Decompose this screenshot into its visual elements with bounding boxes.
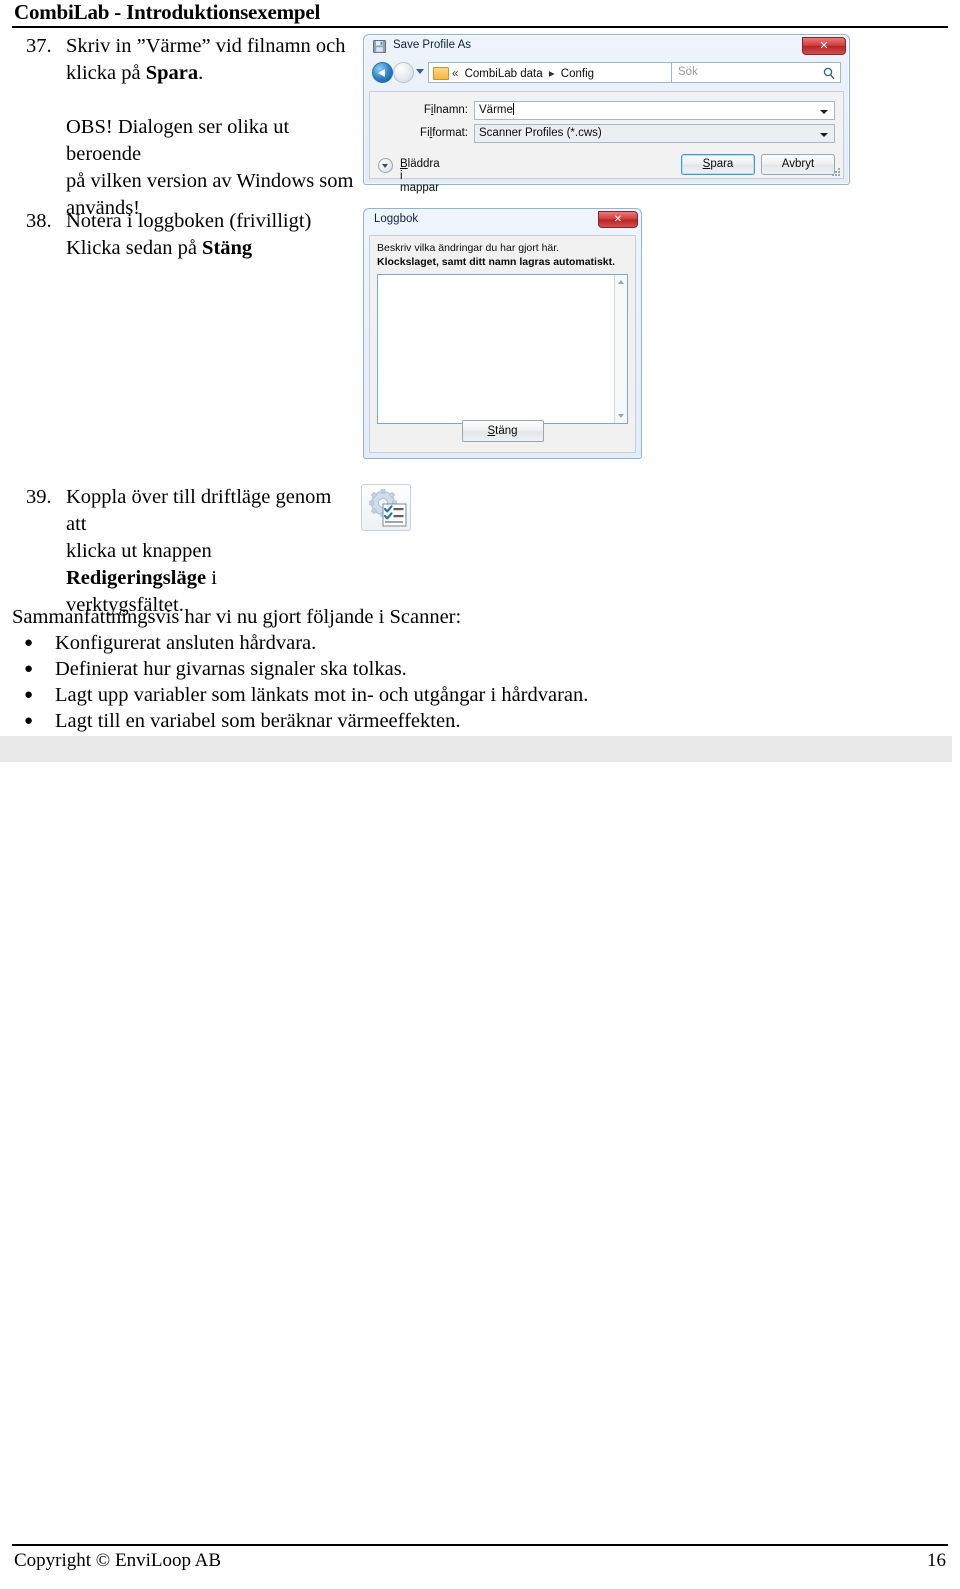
loggbok-textarea[interactable]	[377, 274, 628, 424]
chevron-down-circle-icon[interactable]	[378, 158, 393, 173]
scrollbar-vertical[interactable]	[614, 275, 627, 423]
filename-label: Filnamn:	[423, 104, 468, 116]
list-item-label: Konfigurerat ansluten hårdvara.	[55, 632, 317, 654]
footer-divider	[12, 1544, 948, 1546]
step-38-line-1: Notera i loggboken (frivilligt)	[66, 210, 312, 232]
footer-copyright: Copyright © EnviLoop AB	[14, 1550, 222, 1571]
save-dialog-titlebar[interactable]: Save Profile As ✕	[364, 35, 849, 59]
save-dialog-title: Save Profile As	[393, 39, 471, 51]
loggbok-hint-line-2: Klockslaget, samt ditt namn lagras autom…	[377, 256, 616, 268]
filetype-label: Filformat:	[420, 127, 468, 139]
filetype-select[interactable]: Scanner Profiles (*.cws)	[474, 124, 835, 143]
step-37-note-line-2: på vilken version av Windows som	[66, 170, 354, 192]
page-separator-band	[0, 736, 952, 762]
step-38-line-2-text: Klicka sedan på	[66, 237, 203, 259]
page-footer: Copyright © EnviLoop AB 16	[12, 1548, 948, 1578]
text-caret	[512, 103, 514, 115]
list-item-label: Lagt till en variabel som beräknar värme…	[55, 710, 461, 732]
bullet-icon: ●	[24, 713, 34, 729]
step-39-number: 39.	[26, 486, 52, 508]
search-icon	[823, 67, 835, 80]
step-37-body: Skriv in ”Värme” vid filnamn och klicka …	[66, 33, 356, 222]
step-38: 38. Notera i loggboken (frivilligt) Klic…	[26, 208, 356, 262]
cancel-button[interactable]: Avbryt	[761, 154, 835, 175]
chevron-down-icon[interactable]	[416, 69, 424, 74]
save-profile-as-dialog[interactable]: Save Profile As ✕ « CombiLab data ▸ Conf…	[363, 34, 850, 194]
bullet-icon: ●	[24, 687, 34, 703]
bullet-icon: ●	[24, 661, 34, 677]
step-38-stang-bold: Stäng	[202, 237, 253, 259]
breadcrumb-overflow[interactable]: «	[452, 68, 458, 80]
save-dialog-navbar[interactable]: « CombiLab data ▸ Config ↷ Sök	[368, 59, 845, 86]
step-38-body: Notera i loggboken (frivilligt) Klicka s…	[66, 208, 356, 262]
step-37-line-2-end: .	[198, 62, 204, 84]
step-38-line-2: Klicka sedan på Stäng	[66, 235, 356, 262]
close-icon[interactable]: ✕	[598, 211, 638, 228]
breadcrumb-item-combilab-data[interactable]: CombiLab data	[465, 68, 543, 80]
list-item: ● Lagt upp variabler som länkats mot in- …	[12, 682, 652, 708]
save-dialog-panel: Filnamn: Värme Filformat: Scanner Profil…	[369, 91, 844, 194]
checklist-icon	[382, 503, 407, 527]
save-button[interactable]: Spara	[681, 154, 755, 175]
scroll-down-icon[interactable]	[618, 414, 624, 418]
list-item: ● Definierat hur givarnas signaler ska to…	[12, 656, 652, 682]
page-title: CombiLab - Introduktionsexempel	[14, 0, 321, 24]
step-39-line-2-end: i	[206, 567, 217, 589]
folder-icon	[433, 67, 449, 80]
step-37: 37. Skriv in ”Värme” vid filnamn och kli…	[26, 33, 356, 222]
step-39: 39. Koppla över till driftläge genom att…	[26, 484, 356, 619]
page-header: CombiLab - Introduktionsexempel	[12, 0, 948, 30]
step-39-line-2-text: klicka ut knappen	[66, 540, 212, 562]
step-37-spara-bold: Spara	[145, 62, 199, 84]
close-button[interactable]: Stäng	[461, 420, 544, 442]
breadcrumb-item-config[interactable]: Config	[561, 68, 594, 80]
filename-row: Filnamn: Värme	[370, 101, 835, 120]
footer-page-number: 16	[927, 1550, 946, 1571]
step-37-line-2-text: klicka på	[66, 62, 146, 84]
loggbok-body: Beskriv vilka ändringar du har gjort här…	[369, 235, 636, 453]
list-item: ● Konfigurerat ansluten hårdvara.	[12, 630, 652, 656]
filetype-value: Scanner Profiles (*.cws)	[479, 127, 602, 139]
step-37-line-1: Skriv in ”Värme” vid filnamn och	[66, 35, 346, 57]
filetype-row: Filformat: Scanner Profiles (*.cws)	[370, 124, 835, 143]
bullet-icon: ●	[24, 635, 34, 651]
summary-block: Sammanfattningsvis har vi nu gjort följa…	[12, 604, 652, 734]
resize-grip-icon[interactable]	[832, 168, 841, 177]
scroll-up-icon[interactable]	[618, 280, 624, 284]
close-icon[interactable]: ✕	[802, 37, 846, 55]
step-39-redigeringslage-bold: Redigeringsläge	[66, 567, 207, 589]
filename-value: Värme	[479, 104, 513, 116]
list-item: ● Lagt till en variabel som beräknar värm…	[12, 708, 652, 734]
loggbok-dialog[interactable]: Loggbok ✕ Beskriv vilka ändringar du har…	[363, 208, 642, 459]
list-item-label: Definierat hur givarnas signaler ska tol…	[55, 658, 407, 680]
step-39-line-1: Koppla över till driftläge genom att	[66, 486, 332, 535]
loggbok-hint: Beskriv vilka ändringar du har gjort här…	[377, 241, 629, 269]
step-38-number: 38.	[26, 210, 52, 232]
back-arrow-icon[interactable]	[372, 62, 393, 83]
chevron-down-icon[interactable]	[820, 133, 828, 137]
search-input[interactable]: Sök	[671, 62, 841, 83]
forward-arrow-icon[interactable]	[393, 62, 414, 83]
save-disk-icon	[373, 40, 386, 53]
list-item-label: Lagt upp variabler som länkats mot in- o…	[55, 684, 589, 706]
step-39-body: Koppla över till driftläge genom att kli…	[66, 484, 356, 619]
filename-input[interactable]: Värme	[474, 101, 835, 120]
summary-list: ● Konfigurerat ansluten hårdvara. ● Defini…	[12, 630, 652, 734]
breadcrumb: « CombiLab data ▸ Config	[452, 66, 597, 80]
browse-folders-label: Bläddra i mappar	[400, 158, 440, 194]
step-37-note-line-1: OBS! Dialogen ser olika ut beroende	[66, 116, 290, 165]
loggbok-titlebar[interactable]: Loggbok ✕	[364, 209, 641, 232]
summary-intro: Sammanfattningsvis har vi nu gjort följa…	[12, 606, 462, 628]
edit-mode-gear-checklist-icon	[361, 484, 411, 531]
header-divider	[12, 26, 948, 28]
search-placeholder: Sök	[678, 66, 698, 78]
step-39-line-2: klicka ut knappen Redigeringsläge i	[66, 538, 356, 592]
step-37-number: 37.	[26, 35, 52, 57]
step-37-line-2: klicka på Spara.	[66, 60, 356, 87]
loggbok-title: Loggbok	[374, 213, 419, 225]
chevron-down-icon[interactable]	[820, 110, 828, 114]
loggbok-hint-line-1: Beskriv vilka ändringar du har gjort här…	[377, 242, 560, 254]
breadcrumb-separator: ▸	[548, 68, 555, 80]
